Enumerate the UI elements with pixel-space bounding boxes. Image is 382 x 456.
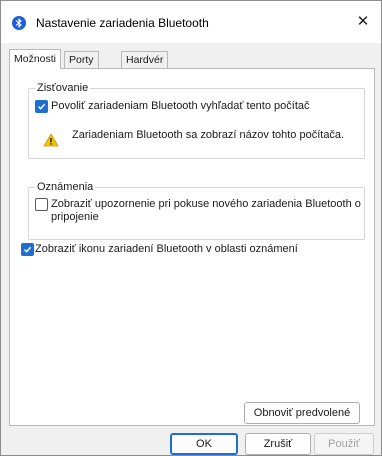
warning-icon	[43, 133, 59, 147]
restore-defaults-button[interactable]: Obnoviť predvolené	[244, 402, 360, 424]
new-device-alert-checkbox[interactable]	[35, 198, 48, 211]
new-device-alert-label-line1[interactable]: Zobraziť upozornenie pri pokuse nového z…	[51, 198, 361, 211]
tray-icon-label[interactable]: Zobraziť ikonu zariadení Bluetooth v obl…	[35, 243, 298, 256]
checkmark-icon	[37, 103, 46, 110]
ok-button[interactable]: OK	[170, 433, 238, 455]
close-icon[interactable]: ✕	[351, 11, 375, 33]
new-device-alert-label-line2[interactable]: pripojenie	[51, 211, 99, 224]
allow-discovery-label[interactable]: Povoliť zariadeniam Bluetooth vyhľadať t…	[51, 100, 310, 113]
apply-button[interactable]: Použiť	[314, 433, 374, 455]
discovery-group: Zisťovanie	[28, 82, 365, 159]
window-title: Nastavenie zariadenia Bluetooth	[36, 16, 209, 30]
tab-moznosti[interactable]: Možnosti	[9, 49, 62, 69]
notifications-group-label: Oznámenia	[35, 181, 96, 193]
checkmark-icon	[23, 246, 32, 253]
bluetooth-icon	[12, 16, 26, 30]
discovery-warning-text: Zariadeniam Bluetooth sa zobrazí názov t…	[72, 129, 345, 141]
bluetooth-settings-dialog: Nastavenie zariadenia Bluetooth ✕ Možnos…	[0, 0, 382, 456]
tab-hardver[interactable]: Hardvér	[121, 51, 169, 68]
allow-discovery-checkbox[interactable]	[35, 100, 48, 113]
title-bar: Nastavenie zariadenia Bluetooth ✕	[1, 1, 381, 43]
tab-porty-com[interactable]: Porty COM	[64, 51, 99, 82]
options-panel: Zisťovanie Povoliť zariadeniam Bluetooth…	[9, 68, 375, 426]
discovery-group-label: Zisťovanie	[35, 82, 91, 94]
cancel-button[interactable]: Zrušiť	[245, 433, 311, 455]
tray-icon-checkbox[interactable]	[21, 243, 34, 256]
